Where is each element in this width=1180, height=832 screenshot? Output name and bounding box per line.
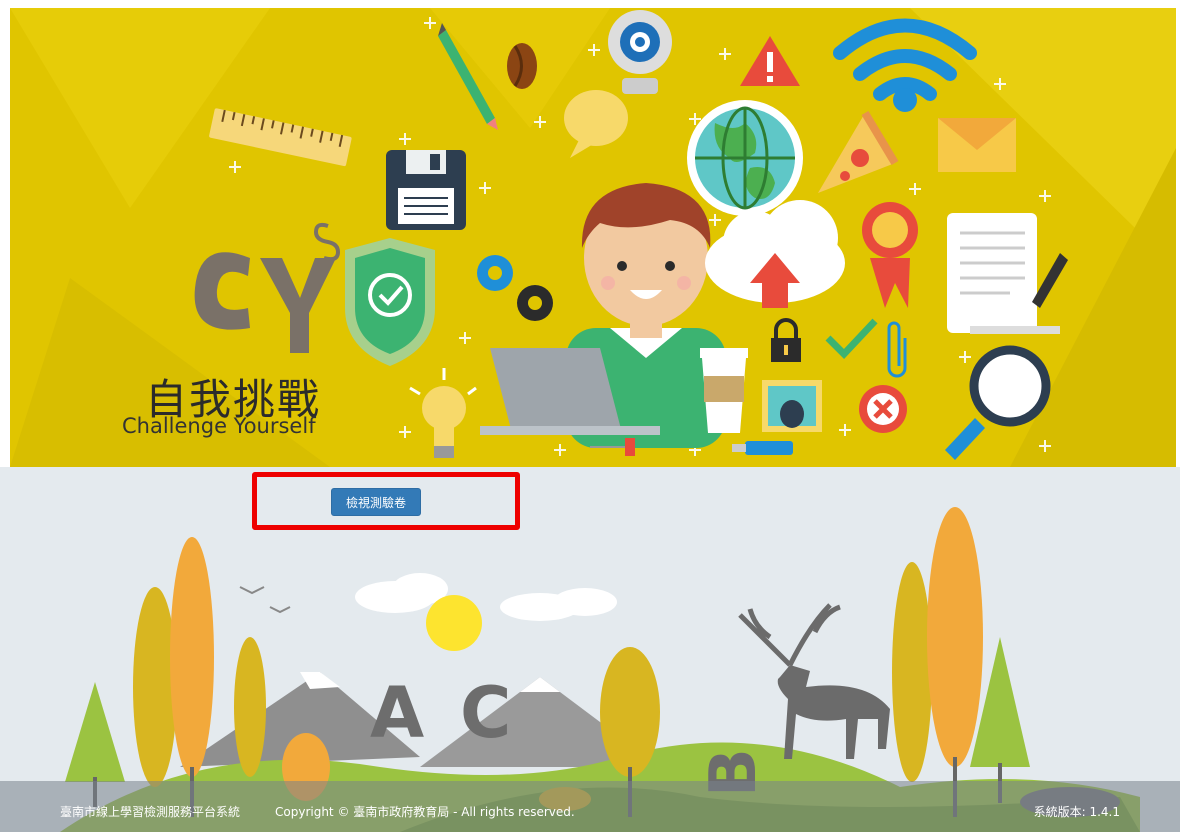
coffee-bean-icon bbox=[507, 43, 537, 89]
footer-copyright: Copyright © 臺南市政府教育局 - All rights reserv… bbox=[275, 805, 575, 819]
footer: 臺南市線上學習檢測服務平台系統 Copyright © 臺南市政府教育局 - A… bbox=[0, 781, 1180, 832]
view-exam-button[interactable]: 檢視測驗卷 bbox=[331, 488, 421, 516]
floppy-disk-icon bbox=[386, 150, 466, 230]
envelope-icon bbox=[938, 118, 1016, 172]
hero-banner: 自我挑戰 Challenge Yourself bbox=[10, 8, 1176, 467]
coffee-cup-icon bbox=[700, 348, 748, 433]
globe-icon bbox=[687, 100, 803, 216]
scenery-letter-c: C bbox=[460, 672, 511, 754]
cancel-icon bbox=[859, 385, 907, 433]
footer-version: 系統版本: 1.4.1 bbox=[1033, 805, 1120, 819]
clouds bbox=[355, 573, 617, 621]
hero-subtitle: Challenge Yourself bbox=[122, 414, 316, 438]
photo-frame-icon bbox=[762, 380, 822, 432]
landscape-illustration: A C B bbox=[60, 507, 1140, 832]
scenery-letter-a: A bbox=[370, 672, 424, 754]
footer-site-name: 臺南市線上學習檢測服務平台系統 bbox=[60, 805, 241, 819]
content-area: A C B bbox=[0, 467, 1180, 832]
deer-illustration bbox=[738, 603, 890, 759]
sun-icon bbox=[426, 595, 482, 651]
